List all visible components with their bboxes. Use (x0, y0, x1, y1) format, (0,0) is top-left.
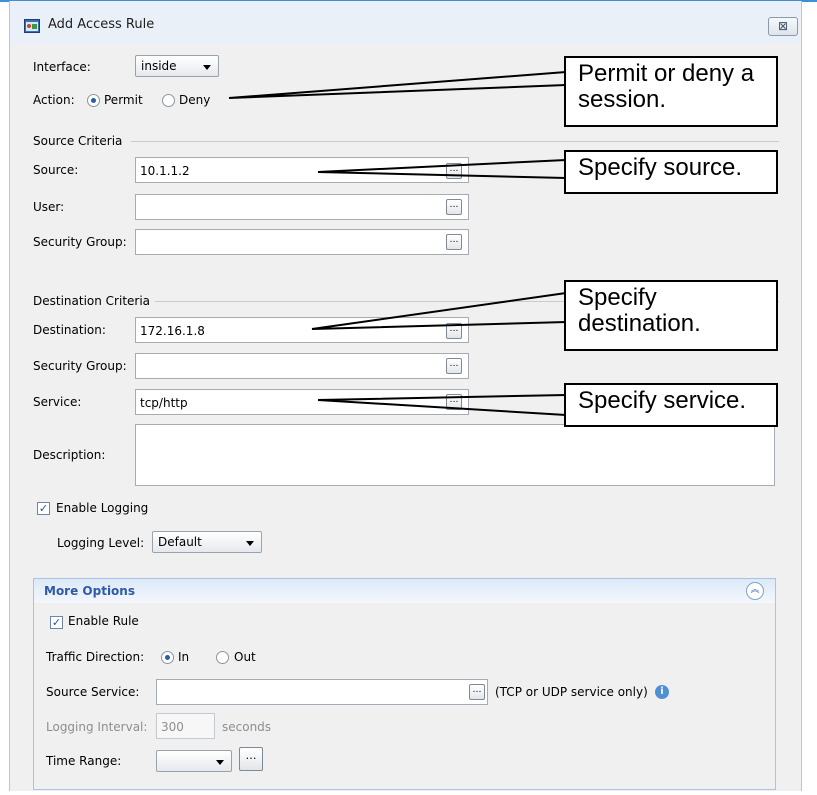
callout-service: Specify service. (564, 383, 778, 427)
direction-in-radio[interactable] (161, 651, 174, 664)
enable-logging-checkbox[interactable]: ✓ (37, 502, 50, 515)
destination-value: 172.16.1.8 (140, 324, 205, 338)
chevron-down-icon (203, 65, 211, 70)
interface-label: Interface: (33, 60, 91, 74)
callout-destination: Specify destination. (564, 280, 778, 351)
enable-rule-checkbox[interactable]: ✓ (50, 616, 63, 629)
window-title: Add Access Rule (48, 17, 155, 32)
logging-interval-input[interactable]: 300 (156, 713, 215, 739)
ellipsis-icon: … (245, 749, 257, 762)
interface-value: inside (141, 59, 177, 73)
time-range-browse-button[interactable]: … (239, 747, 263, 771)
logging-interval-label: Logging Interval: (46, 720, 148, 734)
chevron-down-icon (246, 541, 254, 546)
checkmark-icon: ✓ (38, 502, 49, 515)
ellipsis-icon: … (449, 164, 459, 174)
destination-security-group-input[interactable] (135, 353, 469, 379)
time-range-select[interactable] (156, 750, 232, 772)
deny-radio[interactable] (162, 94, 175, 107)
callout-action: Permit or deny a session. (564, 56, 778, 127)
service-input[interactable]: tcp/http (135, 389, 469, 415)
more-options-panel: More Options ︽ ✓ Enable Rule Traffic Dir… (33, 578, 776, 790)
asdm-window-icon (24, 19, 40, 33)
checkmark-icon: ✓ (51, 616, 62, 629)
source-browse-button[interactable]: … (446, 163, 462, 179)
service-browse-button[interactable]: … (446, 394, 462, 410)
description-label: Description: (33, 448, 106, 462)
logging-interval-unit: seconds (222, 720, 272, 734)
source-label: Source: (33, 163, 79, 177)
user-input[interactable] (135, 194, 469, 220)
permit-radio[interactable] (87, 94, 100, 107)
source-security-group-label: Security Group: (33, 235, 127, 249)
destination-criteria-heading: Destination Criteria (33, 294, 151, 308)
ellipsis-icon: … (449, 235, 459, 245)
ellipsis-icon: … (449, 359, 459, 369)
interface-select[interactable]: inside (135, 55, 219, 77)
action-label: Action: (33, 93, 75, 107)
service-value: tcp/http (140, 396, 188, 410)
ellipsis-icon: … (472, 685, 482, 695)
ellipsis-icon: … (449, 395, 459, 405)
source-value: 10.1.1.2 (140, 164, 190, 178)
enable-rule-label[interactable]: Enable Rule (68, 614, 139, 628)
source-service-input[interactable] (156, 679, 488, 705)
direction-in-label[interactable]: In (178, 650, 189, 664)
source-service-browse-button[interactable]: … (469, 684, 485, 700)
direction-out-label[interactable]: Out (234, 650, 256, 664)
ellipsis-icon: … (449, 200, 459, 210)
enable-logging-label[interactable]: Enable Logging (56, 501, 148, 515)
close-button[interactable]: ⊠ (768, 17, 798, 36)
section-divider (131, 141, 779, 142)
description-textarea[interactable] (135, 424, 775, 486)
source-criteria-heading: Source Criteria (33, 134, 123, 148)
destination-security-group-label: Security Group: (33, 359, 127, 373)
ellipsis-icon: … (449, 324, 459, 334)
destination-security-group-browse-button[interactable]: … (446, 358, 462, 374)
source-input[interactable]: 10.1.1.2 (135, 157, 469, 183)
permit-label[interactable]: Permit (104, 93, 143, 107)
time-range-label: Time Range: (46, 754, 122, 768)
callout-source: Specify source. (564, 150, 778, 194)
logging-interval-value: 300 (161, 720, 184, 734)
source-service-label: Source Service: (46, 685, 140, 699)
deny-label[interactable]: Deny (179, 93, 210, 107)
service-label: Service: (33, 395, 82, 409)
destination-label: Destination: (33, 323, 106, 337)
logging-level-value: Default (158, 535, 202, 549)
direction-out-radio[interactable] (216, 651, 229, 664)
more-options-title: More Options (44, 584, 135, 598)
title-bar: Add Access Rule ⊠ (10, 2, 800, 44)
destination-browse-button[interactable]: … (446, 323, 462, 339)
user-browse-button[interactable]: … (446, 199, 462, 215)
logging-level-select[interactable]: Default (152, 531, 262, 553)
source-service-note: (TCP or UDP service only) (495, 685, 648, 699)
user-label: User: (33, 200, 65, 214)
more-options-header[interactable]: More Options ︽ (34, 579, 775, 603)
close-icon: ⊠ (777, 19, 789, 33)
destination-input[interactable]: 172.16.1.8 (135, 317, 469, 343)
traffic-direction-label: Traffic Direction: (46, 650, 145, 664)
logging-level-label: Logging Level: (57, 536, 145, 550)
source-security-group-browse-button[interactable]: … (446, 234, 462, 250)
info-icon[interactable]: i (655, 685, 669, 699)
chevrons-up-icon[interactable]: ︽ (746, 582, 764, 600)
source-security-group-input[interactable] (135, 229, 469, 255)
chevron-down-icon (216, 760, 224, 765)
